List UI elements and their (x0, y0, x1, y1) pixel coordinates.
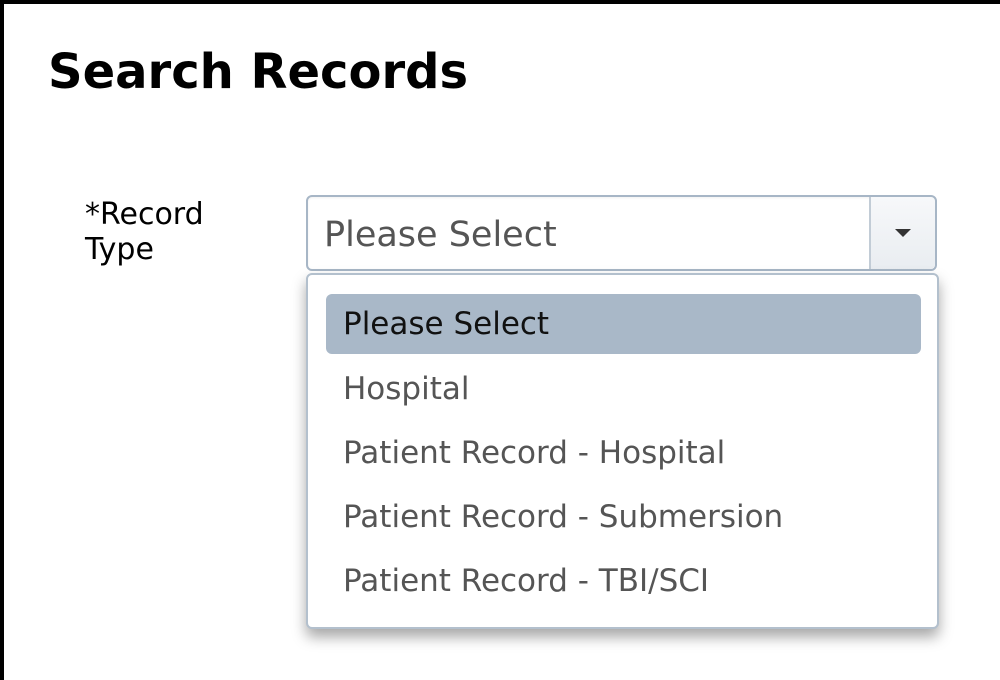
option-patient-record-submersion[interactable]: Patient Record - Submersion (326, 485, 921, 549)
option-patient-record-hospital[interactable]: Patient Record - Hospital (326, 421, 921, 485)
record-type-label: *Record Type (85, 197, 204, 267)
option-patient-record-tbi-sci[interactable]: Patient Record - TBI/SCI (326, 549, 921, 613)
page-title: Search Records (48, 44, 469, 100)
option-hospital[interactable]: Hospital (326, 357, 921, 421)
caret-down-icon (895, 229, 911, 237)
page-frame: Search Records *Record Type Please Selec… (0, 0, 1000, 680)
record-type-select[interactable]: Please Select (306, 195, 937, 271)
record-type-selected-value: Please Select (324, 215, 557, 255)
option-please-select[interactable]: Please Select (326, 294, 921, 354)
record-type-dropdown-list: Please Select Hospital Patient Record - … (306, 273, 939, 629)
dropdown-toggle-button[interactable] (869, 197, 935, 269)
